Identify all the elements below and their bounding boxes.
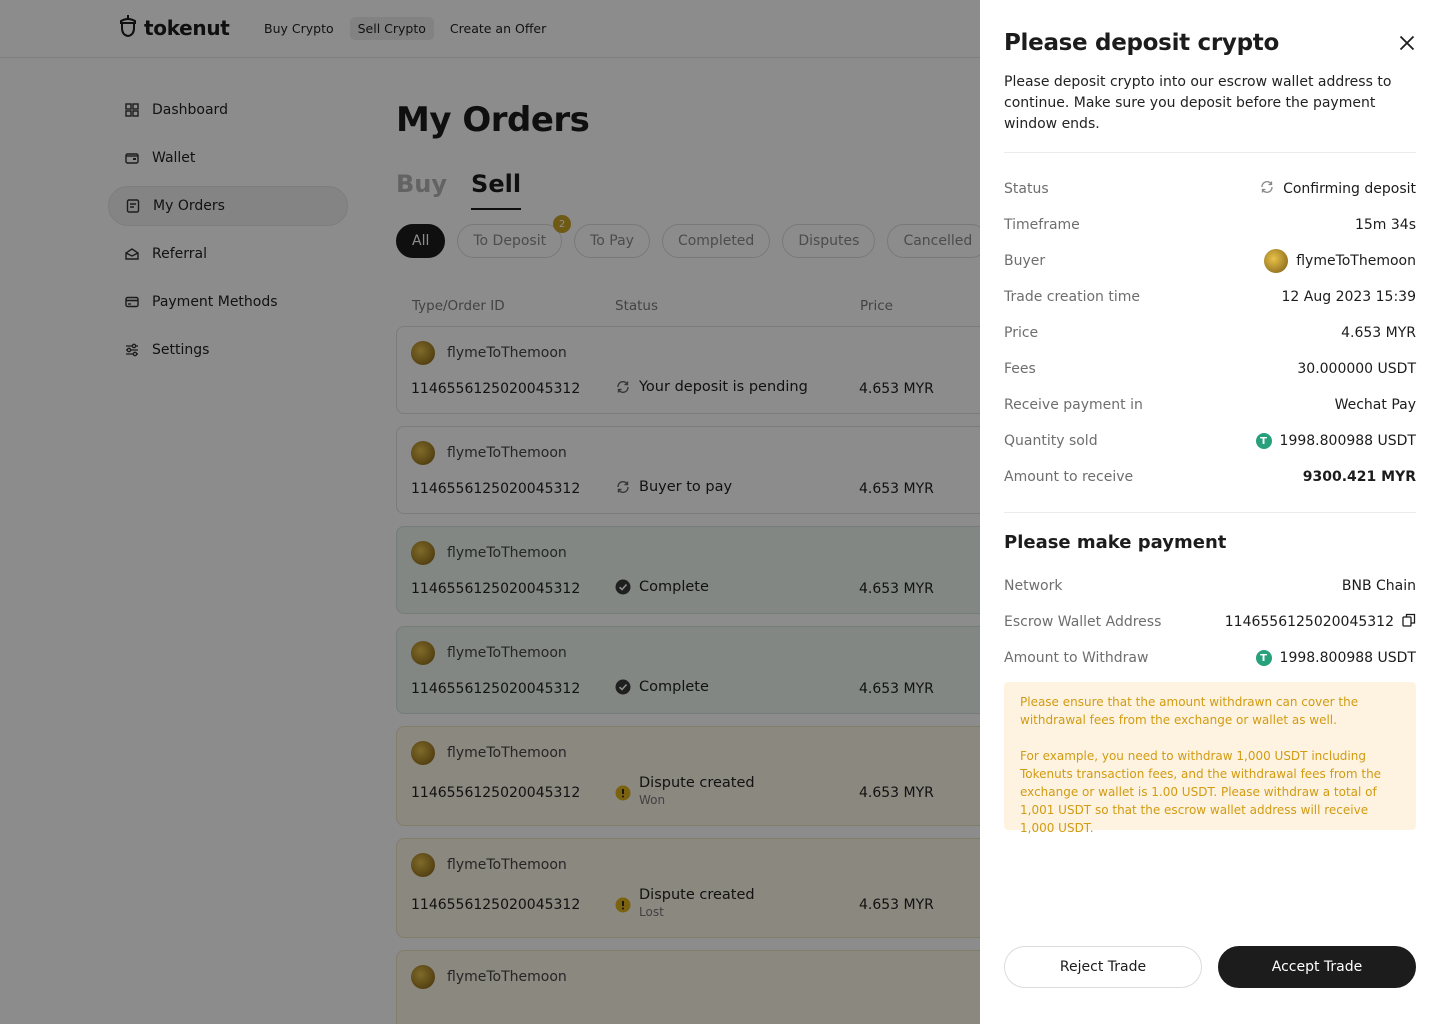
detail-value: 12 Aug 2023 15:39 (1281, 289, 1416, 305)
accept-trade-button[interactable]: Accept Trade (1218, 946, 1416, 988)
notice-paragraph: Please ensure that the amount withdrawn … (1020, 695, 1359, 727)
detail-label: Timeframe (1004, 217, 1080, 233)
detail-value[interactable]: flymeToThemoon (1264, 249, 1416, 273)
deposit-drawer: Please deposit crypto Please deposit cry… (980, 0, 1440, 1024)
drawer-title: Please deposit crypto (1004, 30, 1279, 56)
buyer-avatar (1264, 249, 1289, 273)
modal-backdrop[interactable] (0, 0, 980, 1024)
status-value: Confirming deposit (1283, 181, 1416, 197)
loading-icon (1259, 179, 1275, 199)
detail-value: 30.000000 USDT (1297, 361, 1416, 377)
divider (1004, 152, 1416, 153)
detail-label: Trade creation time (1004, 289, 1141, 305)
detail-label: Amount to receive (1004, 469, 1134, 485)
detail-value: 1146556125020045312 (1225, 613, 1416, 631)
withdrawal-notice: Please ensure that the amount withdrawn … (1004, 682, 1416, 835)
detail-label: Status (1004, 181, 1049, 197)
detail-label: Network (1004, 578, 1063, 594)
payment-escrow-address: Escrow Wallet Address 114655612502004531… (1004, 612, 1416, 632)
detail-value: 4.653 MYR (1341, 325, 1416, 341)
detail-receive-payment-in: Receive payment in Wechat Pay (1004, 395, 1416, 415)
divider (1004, 512, 1416, 513)
detail-label: Price (1004, 325, 1039, 341)
detail-value: Wechat Pay (1334, 397, 1416, 413)
payment-network: Network BNB Chain (1004, 576, 1416, 596)
quantity-value: 1998.800988 USDT (1279, 433, 1416, 449)
detail-value: Confirming deposit (1259, 179, 1416, 199)
detail-value: T 1998.800988 USDT (1255, 433, 1416, 449)
payment-amount-to-withdraw: Amount to Withdraw T 1998.800988 USDT (1004, 648, 1416, 668)
drawer-description: Please deposit crypto into our escrow wa… (1004, 74, 1392, 132)
detail-quantity-sold: Quantity sold T 1998.800988 USDT (1004, 431, 1416, 451)
reject-trade-button[interactable]: Reject Trade (1004, 946, 1202, 988)
detail-label: Escrow Wallet Address (1004, 614, 1162, 630)
withdraw-value: 1998.800988 USDT (1279, 650, 1416, 666)
buyer-name: flymeToThemoon (1296, 253, 1416, 269)
detail-label: Buyer (1004, 253, 1046, 269)
detail-label: Receive payment in (1004, 397, 1143, 413)
copy-icon[interactable] (1402, 613, 1416, 631)
detail-value: BNB Chain (1341, 578, 1416, 594)
close-button[interactable] (1396, 34, 1418, 56)
detail-label: Quantity sold (1004, 433, 1098, 449)
detail-value: T 1998.800988 USDT (1255, 650, 1416, 666)
detail-label: Fees (1004, 361, 1036, 377)
tether-icon: T (1255, 433, 1272, 449)
detail-label: Amount to Withdraw (1004, 650, 1149, 666)
detail-buyer: Buyer flymeToThemoon (1004, 249, 1416, 273)
detail-fees: Fees 30.000000 USDT (1004, 359, 1416, 379)
detail-trade-creation-time: Trade creation time 12 Aug 2023 15:39 (1004, 287, 1416, 307)
detail-price: Price 4.653 MYR (1004, 323, 1416, 343)
close-icon (1399, 35, 1415, 55)
notice-paragraph: For example, you need to withdraw 1,000 … (1020, 749, 1382, 835)
detail-status: Status Confirming deposit (1004, 179, 1416, 199)
detail-amount-to-receive: Amount to receive 9300.421 MYR (1004, 467, 1416, 487)
escrow-address: 1146556125020045312 (1224, 614, 1394, 630)
detail-value: 9300.421 MYR (1302, 469, 1416, 485)
detail-timeframe: Timeframe 15m 34s (1004, 215, 1416, 235)
tether-icon: T (1255, 650, 1272, 666)
detail-value: 15m 34s (1354, 217, 1416, 233)
payment-section-title: Please make payment (1004, 532, 1227, 553)
